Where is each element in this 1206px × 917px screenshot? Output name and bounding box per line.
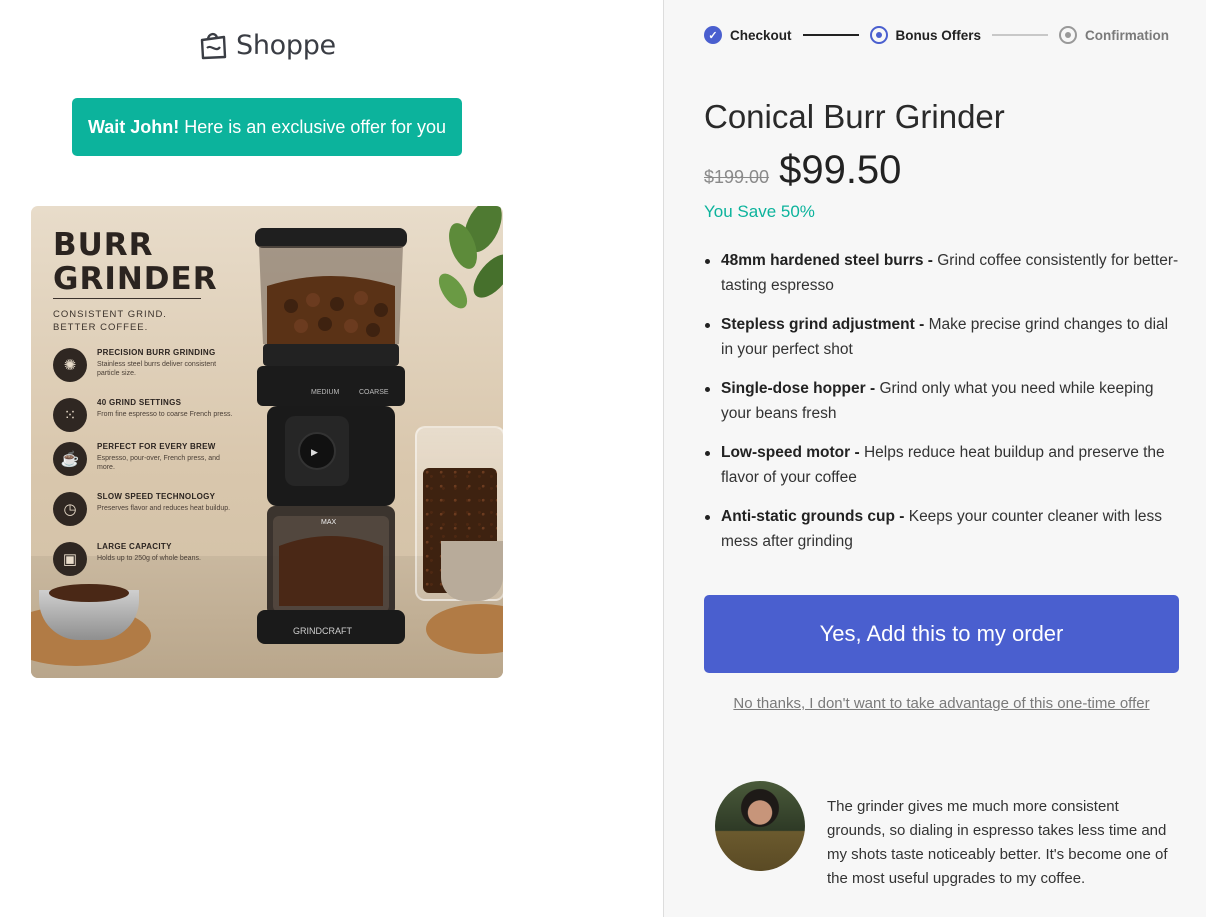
feature-name: Stepless grind adjustment - <box>721 316 925 333</box>
image-feature-desc: Preserves flavor and reduces heat buildu… <box>97 504 231 512</box>
feature-name: Anti-static grounds cup - <box>721 508 905 525</box>
image-headline-line1: BURR <box>53 227 154 263</box>
image-feature-desc: Espresso, pour-over, French press, and m… <box>97 454 220 471</box>
image-feature: ▣ LARGE CAPACITY Holds up to 250g of whol… <box>53 542 233 576</box>
image-feature-desc: Stainless steel burrs deliver consistent… <box>97 360 217 377</box>
feature-item: 48mm hardened steel burrs - Grind coffee… <box>704 248 1184 298</box>
step-label: Checkout <box>730 27 792 43</box>
image-headline: BURR GRINDER <box>53 228 218 296</box>
decline-offer-link[interactable]: No thanks, I don't want to take advantag… <box>704 695 1179 712</box>
coffee-cup <box>441 541 503 601</box>
testimonial: The grinder gives me much more consisten… <box>715 781 1172 891</box>
banner-name: Wait John! <box>87 116 180 137</box>
image-feature-title: PERFECT FOR EVERY BREW <box>97 442 216 451</box>
offer-banner: Wait John! Here is an exclusive offer fo… <box>72 98 462 156</box>
progress-steps: ✓ Checkout Bonus Offers Confirmation <box>704 25 1169 45</box>
image-feature: ◷ SLOW SPEED TECHNOLOGY Preserves flavor … <box>53 492 233 526</box>
current-step-icon <box>869 26 888 44</box>
step-confirmation: Confirmation <box>1059 26 1169 44</box>
sale-price: $99.50 <box>779 148 902 192</box>
image-feature: ⁙ 40 GRIND SETTINGS From fine espresso to… <box>53 398 233 432</box>
step-connector <box>992 34 1049 36</box>
image-rule <box>53 298 201 299</box>
accept-offer-button[interactable]: Yes, Add this to my order <box>704 595 1179 673</box>
image-feature-title: PRECISION BURR GRINDING <box>97 348 216 357</box>
step-label: Bonus Offers <box>895 27 982 43</box>
upcoming-step-icon <box>1059 26 1078 44</box>
testimonial-quote: The grinder gives me much more consisten… <box>827 798 1168 887</box>
price-row: $199.00 $99.50 <box>704 148 901 193</box>
banner-message: Here is an exclusive offer for you <box>184 116 447 137</box>
step-checkout: ✓ Checkout <box>704 26 792 44</box>
dial-label-coarse: COARSE <box>359 389 389 396</box>
product-image: BURR GRINDER CONSISTENT GRIND. BETTER CO… <box>31 206 503 678</box>
max-label: MAX <box>321 519 337 526</box>
image-headline-line2: GRINDER <box>53 261 218 297</box>
timer-icon: ◷ <box>53 492 87 526</box>
plant-decoration <box>438 206 503 309</box>
image-tagline-line2: BETTER COFFEE. <box>53 322 149 333</box>
avatar <box>715 781 805 871</box>
image-feature-desc: From fine espresso to coarse French pres… <box>97 410 233 418</box>
feature-item: Stepless grind adjustment - Make precise… <box>704 312 1184 362</box>
feature-list: 48mm hardened steel burrs - Grind coffee… <box>704 248 1184 568</box>
feature-name: Low-speed motor - <box>721 444 860 461</box>
left-column: Shoppe Wait John! Here is an exclusive o… <box>0 0 663 917</box>
step-bonus-offers: Bonus Offers <box>869 26 982 44</box>
image-feature-title: 40 GRIND SETTINGS <box>97 398 182 407</box>
image-tagline-line1: CONSISTENT GRIND. <box>53 309 167 320</box>
right-column: ✓ Checkout Bonus Offers Confirmation Con… <box>664 0 1206 917</box>
original-price: $199.00 <box>704 167 770 187</box>
brand-name: Shoppe <box>236 29 336 61</box>
image-feature-title: LARGE CAPACITY <box>97 542 172 551</box>
feature-item: Anti-static grounds cup - Keeps your cou… <box>704 504 1184 554</box>
product-title: Conical Burr Grinder <box>704 98 1005 135</box>
grind-dots-icon: ⁙ <box>53 398 87 432</box>
svg-text:▶︎: ▶︎ <box>311 448 318 458</box>
jar-icon: ▣ <box>53 542 87 576</box>
check-circle-icon: ✓ <box>704 26 722 44</box>
brand-logo[interactable]: Shoppe <box>196 28 336 62</box>
image-feature-title: SLOW SPEED TECHNOLOGY <box>97 492 216 501</box>
step-label: Confirmation <box>1085 27 1170 43</box>
image-feature-desc: Holds up to 250g of whole beans. <box>97 554 201 562</box>
cup-icon: ☕ <box>53 442 87 476</box>
grinder-brand: GRINDCRAFT <box>293 626 352 636</box>
dial-label-medium: MEDIUM <box>311 389 340 396</box>
image-tagline: CONSISTENT GRIND. BETTER COFFEE. <box>53 308 167 334</box>
grinder-illustration: MEDIUM COARSE ▶︎ MAX GRINDCRAFT <box>255 228 407 644</box>
step-connector <box>802 34 859 36</box>
feature-item: Low-speed motor - Helps reduce heat buil… <box>704 440 1184 490</box>
coffee-grounds <box>49 584 129 602</box>
image-feature: ☕ PERFECT FOR EVERY BREW Espresso, pour-o… <box>53 442 233 476</box>
image-feature: ✺ PRECISION BURR GRINDING Stainless steel… <box>53 348 233 382</box>
shopping-bag-icon <box>200 32 227 60</box>
feature-item: Single-dose hopper - Grind only what you… <box>704 376 1184 426</box>
burr-icon: ✺ <box>53 348 87 382</box>
feature-name: 48mm hardened steel burrs - <box>721 252 933 269</box>
savings-text: You Save 50% <box>704 202 815 221</box>
feature-name: Single-dose hopper - <box>721 380 876 397</box>
